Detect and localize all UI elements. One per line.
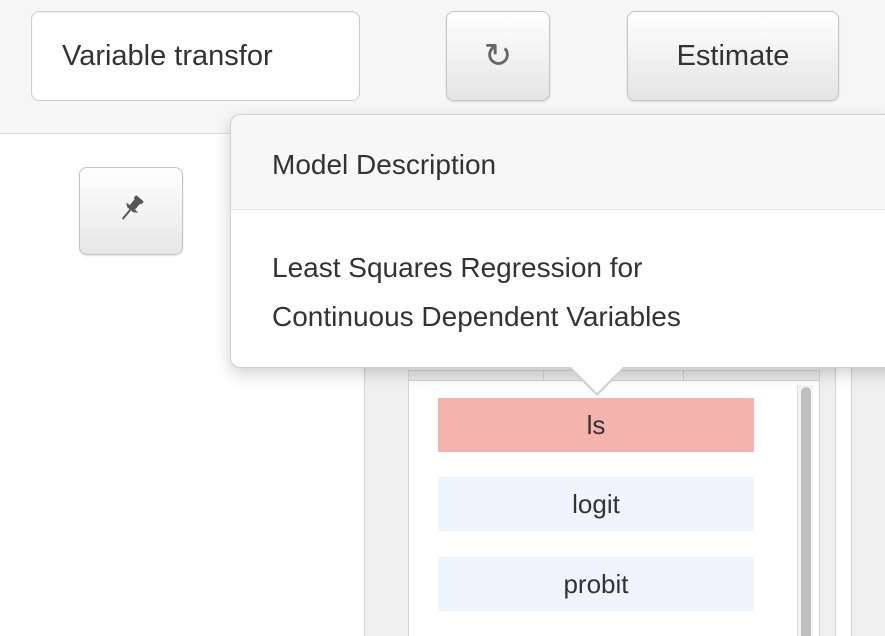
popover-body-line: Least Squares Regression for [272, 252, 643, 283]
app-window: Variable transfor ↻ Estimate ls logit pr… [0, 0, 885, 636]
model-description-popover: Model Description Least Squares Regressi… [230, 114, 885, 368]
popover-body: Least Squares Regression for Continuous … [272, 243, 872, 341]
header-divider [683, 371, 684, 381]
variable-transform-input[interactable]: Variable transfor [31, 11, 360, 101]
model-option-ls[interactable]: ls [438, 398, 754, 452]
model-list: ls logit probit [408, 370, 820, 636]
popover-body-line: Continuous Dependent Variables [272, 301, 681, 332]
model-option-logit[interactable]: logit [438, 477, 754, 531]
pin-icon [114, 192, 148, 231]
model-option-probit[interactable]: probit [438, 557, 754, 611]
scrollbar-thumb[interactable] [801, 387, 811, 636]
pin-button[interactable] [79, 167, 183, 255]
popover-arrow [570, 366, 624, 393]
list-scrollbar[interactable] [797, 385, 813, 636]
refresh-button[interactable]: ↻ [446, 11, 550, 101]
estimate-button[interactable]: Estimate [627, 11, 839, 101]
popover-title: Model Description [231, 115, 885, 210]
header-divider [543, 371, 544, 381]
refresh-icon: ↻ [483, 36, 513, 76]
